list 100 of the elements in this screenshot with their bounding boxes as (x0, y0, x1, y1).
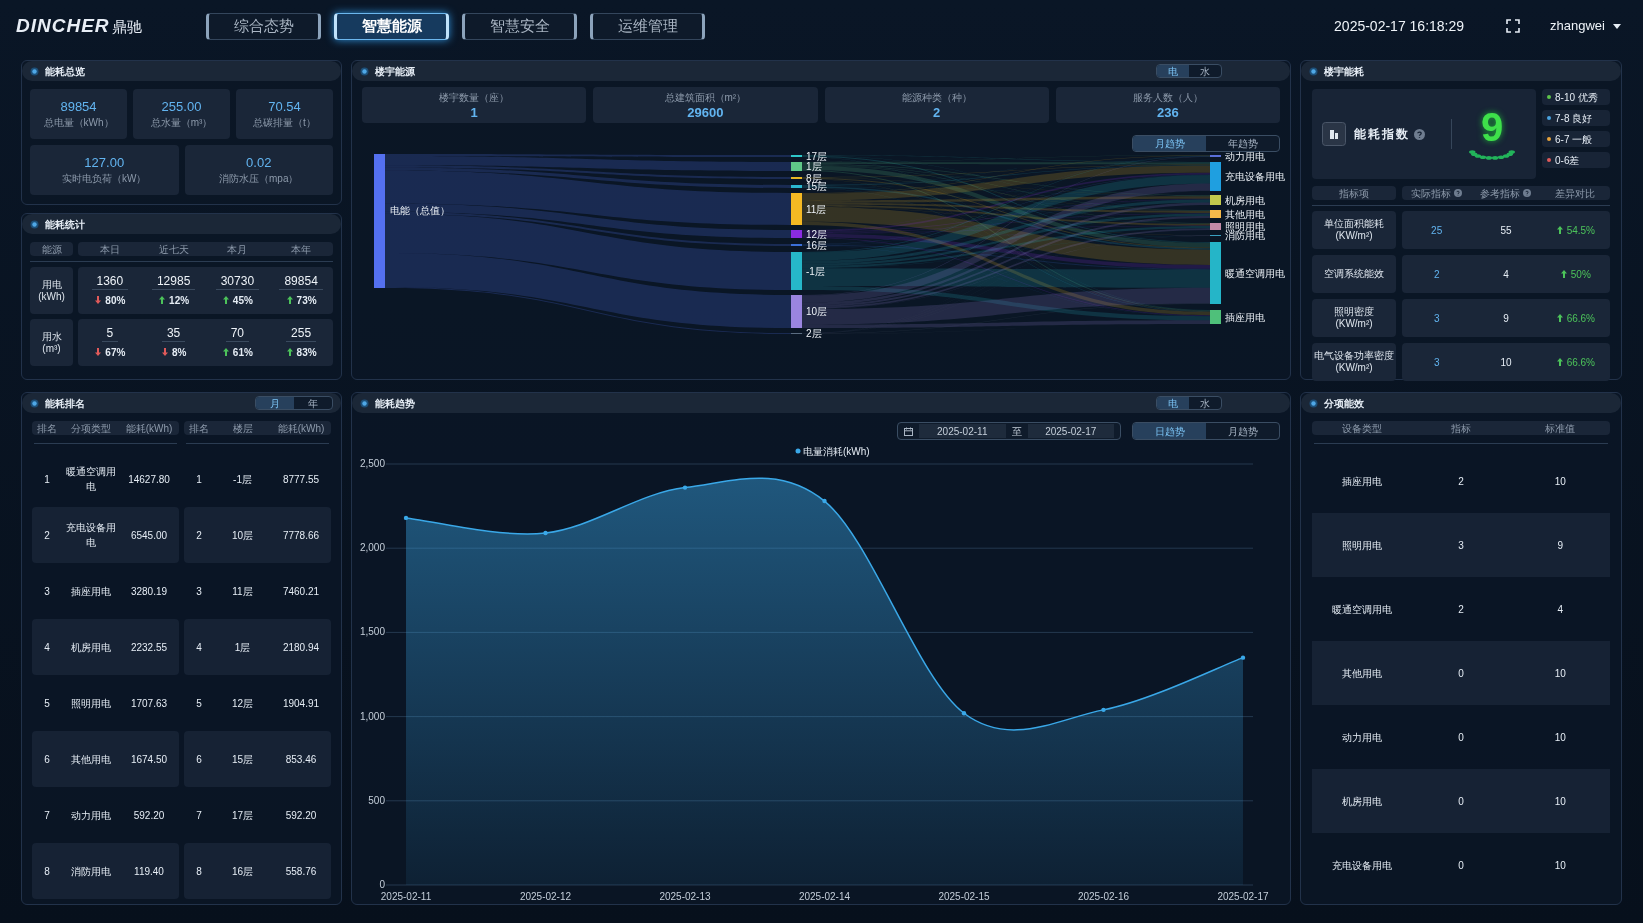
bullet-icon (30, 398, 39, 408)
legend-marker (795, 448, 801, 454)
table-cell-text: 119.40 (133, 864, 165, 879)
table-cell-text: 10 (1553, 794, 1567, 809)
stat-value: 70 (225, 325, 250, 342)
data-point (1240, 655, 1246, 660)
node-label: 插座用电 (1225, 311, 1265, 323)
toggle-button[interactable]: 水 (1189, 65, 1221, 77)
kpi-value: 1 (470, 105, 478, 120)
node-label: 充电设备用电 (1225, 171, 1285, 182)
stat-label: 总电量（kWh） (43, 115, 114, 130)
row-unit: (KW/m²) (1335, 362, 1373, 374)
fullscreen-icon[interactable] (1506, 19, 1521, 33)
kpi-value: 2 (933, 105, 941, 120)
tick-label: 2025-02-15 (938, 891, 990, 902)
index-label: 能耗指数 (1354, 126, 1410, 143)
column-header: 指标项 (1339, 186, 1369, 201)
kpi-value: 29600 (687, 105, 724, 120)
tick-label: 2,500 (360, 458, 385, 469)
kpi-label: 服务人数（人） (1132, 91, 1203, 105)
row-label: 单位面积能耗 (1324, 218, 1384, 230)
actual-value: 3 (1433, 355, 1440, 370)
row-label: 用电 (41, 278, 62, 291)
tick-label: 1,500 (360, 626, 385, 638)
nav-tab[interactable]: 智慧能源 (334, 12, 449, 40)
node-label: 1层 (806, 161, 822, 172)
toggle-button[interactable]: 月趋势 (1133, 136, 1206, 151)
stat-value: 255 (286, 325, 317, 342)
stat-value: 35 (161, 325, 186, 342)
tick-label: 500 (368, 794, 385, 806)
column-header: 本月 (226, 242, 249, 256)
bullet-icon (1309, 66, 1318, 76)
diff-value: 54.5% (1566, 223, 1595, 238)
toggle-button[interactable]: 电 (1157, 65, 1189, 77)
table-cell-text: 2 (1457, 602, 1465, 617)
table-cell-text: 0 (1457, 794, 1465, 809)
column-header: 排名 (188, 421, 210, 435)
table-cell-text: 592.20 (132, 808, 166, 823)
row-unit: (kWh) (38, 290, 65, 303)
toggle-button[interactable]: 水 (1189, 397, 1221, 409)
bullet-icon (30, 66, 39, 76)
toggle-button[interactable]: 年趋势 (1206, 136, 1279, 151)
column-header: 本年 (290, 242, 313, 256)
node-label: 暖通空调用电 (1225, 267, 1285, 279)
date-range-field[interactable]: 2025-02-11 至 2025-02-17 (897, 422, 1121, 440)
node-label: 8层 (806, 172, 822, 184)
reference-value: 10 (1500, 355, 1512, 370)
change-percent: 12% (169, 293, 190, 308)
end-date[interactable]: 2025-02-17 (1027, 424, 1114, 438)
row-unit: (m³) (42, 342, 61, 355)
table-cell-text: 10 (1553, 474, 1567, 489)
toggle-button[interactable]: 日趋势 (1133, 423, 1206, 439)
table-cell-text: 3 (43, 584, 51, 599)
bullet-icon (30, 219, 39, 229)
table-cell-text: 2232.55 (129, 640, 169, 655)
table-cell-text: 2 (195, 528, 203, 543)
table-cell-text: 5 (43, 696, 51, 711)
stat-label: 总水量（m³） (150, 115, 213, 130)
table-cell-text: 充电设备用电 (1330, 858, 1393, 873)
bullet-icon (360, 398, 369, 408)
table-cell-text: 1 (195, 472, 203, 487)
table-cell-text: 10 (1553, 666, 1567, 681)
table-cell-text: 1 (43, 472, 51, 487)
help-icon (1414, 128, 1425, 140)
toggle-button[interactable]: 月 (256, 397, 294, 409)
nav-tab[interactable]: 智慧安全 (462, 12, 577, 40)
toggle-button[interactable]: 年 (294, 397, 332, 409)
logo-text: 鼎驰 (111, 16, 142, 37)
user-menu[interactable]: zhangwei (1550, 16, 1621, 36)
tick-label: 1,000 (360, 710, 385, 722)
column-header: 参考指标 (1480, 186, 1521, 201)
node-label: 机房用电 (1225, 194, 1265, 206)
tick-label: 2025-02-17 (1217, 891, 1269, 902)
nav-tab[interactable]: 综合态势 (206, 12, 321, 40)
column-header: 本日 (98, 242, 121, 256)
stat-label: 总碳排量（t） (253, 115, 316, 130)
table-cell-text: 2 (43, 528, 51, 543)
node-label: 2层 (806, 328, 822, 339)
change-percent: 73% (296, 293, 317, 308)
node-label: 12层 (806, 228, 828, 240)
table-cell-text: 16层 (230, 864, 255, 879)
change-percent: 61% (232, 345, 253, 360)
column-header: 近七天 (157, 242, 190, 256)
panel-title: 分项能效 (1324, 396, 1364, 411)
table-cell-text: 592.20 (284, 808, 318, 823)
kpi-value: 236 (1157, 105, 1179, 120)
nav-tab[interactable]: 运维管理 (590, 12, 705, 40)
start-date[interactable]: 2025-02-11 (919, 424, 1006, 438)
grade-label: 7-8 良好 (1555, 111, 1593, 126)
row-unit: (KW/m²) (1335, 230, 1373, 242)
change-percent: 83% (296, 345, 317, 360)
node-label: 其他用电 (1225, 208, 1265, 220)
data-point (403, 515, 409, 521)
node-label: 17层 (806, 150, 828, 162)
stat-value: 1360 (91, 273, 129, 290)
node-label: -1层 (806, 265, 825, 277)
toggle-button[interactable]: 月趋势 (1206, 423, 1279, 439)
stat-label: 实时电负荷（kW） (62, 171, 147, 186)
toggle-button[interactable]: 电 (1157, 397, 1189, 409)
actual-value: 2 (1433, 267, 1440, 282)
